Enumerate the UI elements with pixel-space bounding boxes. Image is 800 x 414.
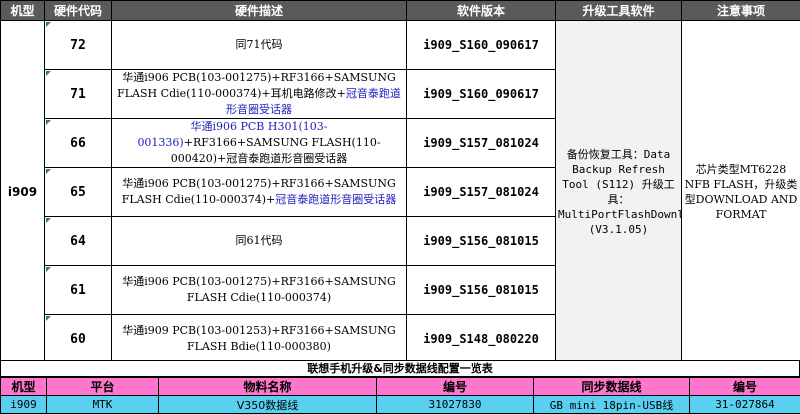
model-cell: i909 [0,20,45,364]
cable-number-cell: 31027830 [376,395,534,414]
sw-version-cell: i909_S157_081024 [406,118,556,168]
hw-code-cell: 72 [44,20,112,70]
sw-version-cell: i909_S160_090617 [406,20,556,70]
hw-desc-cell: 华通i909 PCB(103-001253)+RF3166+SAMSUNG FL… [111,314,407,364]
desc-text: 同61代码 [235,234,283,247]
sw-version-cell: i909_S157_081024 [406,167,556,217]
hw-desc-cell: 同61代码 [111,216,407,266]
cable-platform-cell: MTK [46,395,159,414]
hw-code-cell: 71 [44,69,112,119]
hw-desc-cell: 华通i906 PCB(103-001275)+RF3166+SAMSUNG FL… [111,167,407,217]
table-header-row: 机型 硬件代码 硬件描述 软件版本 升级工具软件 注意事项 [0,0,800,21]
cable-table: 机型 平台 物料名称 编号 同步数据线 编号 i909 MTK V350数据线 … [0,377,800,414]
cable-table-title: 联想手机升级&同步数据线配置一览表 [0,360,800,377]
sw-version-cell: i909_S160_090617 [406,69,556,119]
header-upgrade-tool: 升级工具软件 [555,0,682,21]
hw-code-cell: 61 [44,265,112,315]
desc-text: 华通i909 PCB(103-001253)+RF3166+SAMSUNG FL… [122,324,396,353]
header-sw-version: 软件版本 [406,0,556,21]
table-row: i909 72 同71代码 i909_S160_090617 备份恢复工具：Da… [0,20,800,364]
cable-header-sync-number: 编号 [689,377,800,396]
upgrade-table: 机型 硬件代码 硬件描述 软件版本 升级工具软件 注意事项 i909 72 同7… [0,0,800,364]
cable-sync-cable-cell: GB mini 18pin-USB线 [533,395,690,414]
hw-desc-cell: 华通i906 PCB(103-001275)+RF3166+SAMSUNG FL… [111,69,407,119]
header-model: 机型 [0,0,45,21]
desc-text: 华通i906 PCB(103-001275)+RF3166+SAMSUNG FL… [122,275,396,304]
hw-code-cell: 65 [44,167,112,217]
hw-code-cell: 66 [44,118,112,168]
desc-text: +RF3166+SAMSUNG FLASH(110-000420)+冠音泰跑道形… [170,136,381,165]
cable-header-model: 机型 [0,377,47,396]
hw-desc-cell: 同71代码 [111,20,407,70]
hw-desc-cell: 华通i906 PCB(103-001275)+RF3166+SAMSUNG FL… [111,265,407,315]
header-hw-code: 硬件代码 [44,0,112,21]
hw-code-cell: 60 [44,314,112,364]
cable-header-material: 物料名称 [158,377,377,396]
hw-desc-cell: 华通i906 PCB H301(103-001336)+RF3166+SAMSU… [111,118,407,168]
notes-cell: 芯片类型MT6228 NFB FLASH，升级类型DOWNLOAD AND FO… [681,20,800,364]
cable-header-number: 编号 [376,377,534,396]
desc-text: 同71代码 [235,38,283,51]
cable-header-row: 机型 平台 物料名称 编号 同步数据线 编号 [0,377,800,396]
header-notes: 注意事项 [681,0,800,21]
cable-header-sync-cable: 同步数据线 [533,377,690,396]
header-hw-desc: 硬件描述 [111,0,407,21]
hw-code-cell: 64 [44,216,112,266]
sw-version-cell: i909_S156_081015 [406,216,556,266]
desc-text-highlight: 冠音泰跑道形音圈受话器 [275,193,397,206]
cable-model-cell: i909 [0,395,47,414]
cable-row: i909 MTK V350数据线 31027830 GB mini 18pin-… [0,395,800,414]
upgrade-tool-cell: 备份恢复工具：Data Backup Refresh Tool (S112) 升… [555,20,682,364]
sw-version-cell: i909_S156_081015 [406,265,556,315]
cable-material-cell: V350数据线 [158,395,377,414]
cable-header-platform: 平台 [46,377,159,396]
sw-version-cell: i909_S148_080220 [406,314,556,364]
cable-sync-number-cell: 31-027864 [689,395,800,414]
